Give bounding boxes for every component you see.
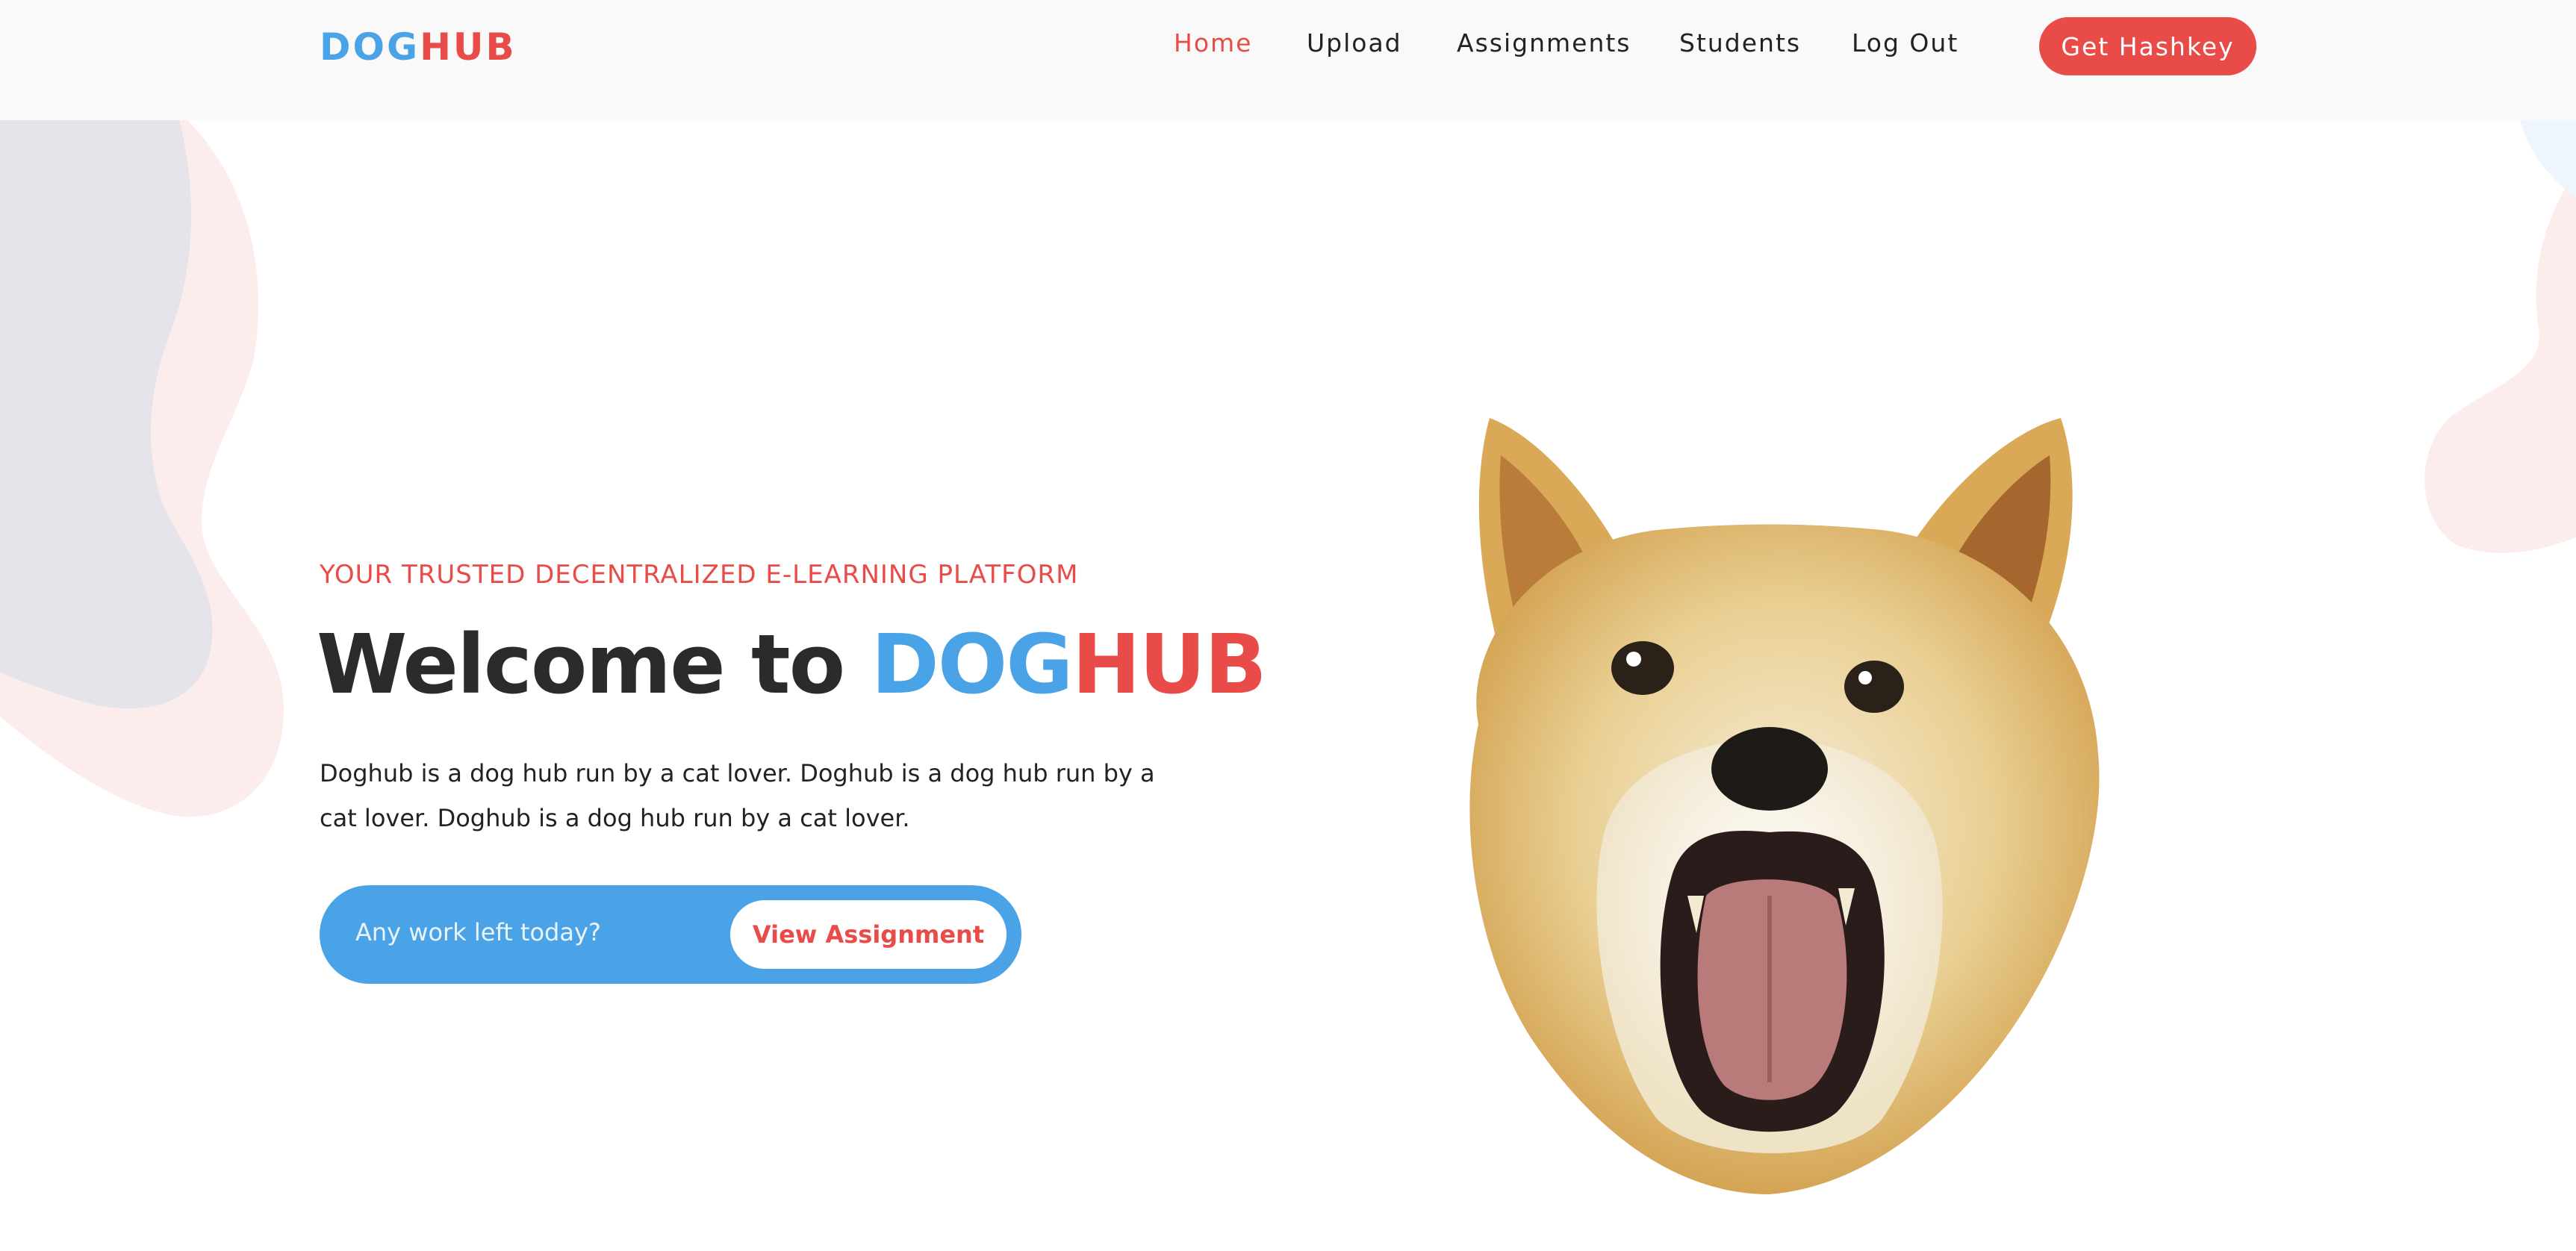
brand-logo[interactable]: DOGHUB (320, 25, 517, 69)
nav-home[interactable]: Home (1174, 28, 1252, 57)
hero-description: Doghub is a dog hub run by a cat lover. … (320, 759, 1155, 832)
blue-blob-right (2520, 119, 2576, 198)
hero-title-brand-dog: DOG (871, 617, 1073, 712)
top-navbar: DOGHUB Home Upload Assignments Students … (0, 0, 2576, 120)
assignment-cta-bar: Any work left today? View Assignment (320, 885, 1021, 984)
dog-left-eye-shine (1626, 652, 1641, 667)
view-assignment-button[interactable]: View Assignment (730, 900, 1007, 969)
nav-upload[interactable]: Upload (1307, 28, 1402, 57)
hero-title-brand-hub: HUB (1071, 617, 1267, 712)
logo-part-dog: DOG (320, 25, 420, 69)
pink-blob-right (2424, 172, 2576, 553)
dog-tongue (1697, 879, 1847, 1100)
dog-left-eye (1611, 641, 1674, 695)
dog-nose (1711, 727, 1828, 811)
get-hashkey-button[interactable]: Get Hashkey (2039, 17, 2256, 75)
hero-title: Welcome to DOGHUB (317, 617, 1267, 712)
nav-logout[interactable]: Log Out (1852, 28, 1959, 57)
nav-students[interactable]: Students (1679, 28, 1801, 57)
hero-tagline: YOUR TRUSTED DECENTRALIZED E-LEARNING PL… (320, 560, 1079, 590)
shiba-dog-face-icon (1469, 418, 2100, 1194)
dog-right-eye-shine (1858, 671, 1872, 684)
logo-part-hub: HUB (420, 25, 517, 69)
cta-input-placeholder[interactable]: Any work left today? (355, 918, 601, 946)
hero-title-prefix: Welcome to (317, 617, 871, 712)
nav-assignments[interactable]: Assignments (1457, 28, 1631, 57)
dog-right-eye (1844, 661, 1904, 713)
